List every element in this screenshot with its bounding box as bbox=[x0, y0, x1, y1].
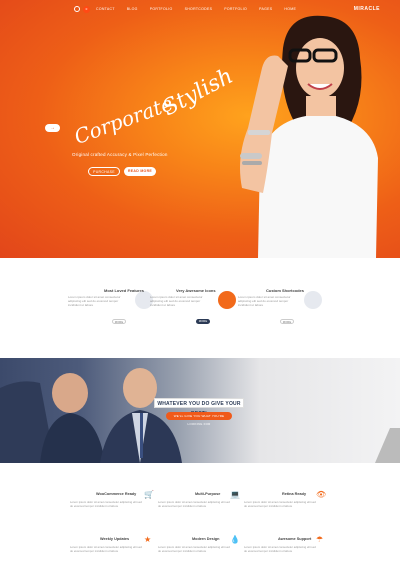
eye-icon: 👁 bbox=[316, 490, 327, 499]
banner-title: WHATEVER YOU DO GIVE YOUR BEST! bbox=[154, 398, 244, 417]
feature-text: Lorem ipsum dolor sit amet consectetur a… bbox=[150, 295, 203, 308]
feature-title: Custom Shortcodes bbox=[266, 288, 305, 293]
hero-arrow-button[interactable]: → bbox=[45, 124, 60, 132]
service-text: Lorem ipsum dolor sit amet consectetur a… bbox=[244, 500, 316, 508]
mic-icon bbox=[218, 291, 236, 309]
hero-model-image bbox=[240, 15, 378, 258]
feature-text: Lorem ipsum dolor sit amet consectetur a… bbox=[238, 295, 291, 308]
hero-tagline: Original crafted Accuracy & Pixel Perfec… bbox=[72, 152, 168, 157]
service-text: Lorem ipsum dolor sit amet consectetur a… bbox=[70, 500, 142, 508]
menu-item[interactable]: CONTACT bbox=[96, 7, 115, 11]
feature-more-button[interactable]: MORE bbox=[112, 319, 126, 324]
banner-cta-button[interactable]: WE'LL GIVE YOU WHAT YOU'RE LOOKING FOR bbox=[166, 412, 232, 426]
umbrella-icon: ☂ bbox=[316, 535, 324, 544]
service-title: Weekly Updates bbox=[100, 537, 130, 541]
feature-text: Lorem ipsum dolor sit amet consectetur a… bbox=[68, 295, 121, 308]
service-title: WooCommerce Ready bbox=[96, 492, 137, 496]
search-icon[interactable] bbox=[74, 6, 80, 12]
drop-icon: 💧 bbox=[230, 535, 240, 544]
menu-item[interactable]: BLOG bbox=[127, 7, 138, 11]
service-text: Lorem ipsum dolor sit amet consectetur a… bbox=[70, 545, 142, 553]
service-title: Modern Design bbox=[192, 537, 220, 541]
cart-icon[interactable]: 0 bbox=[83, 6, 90, 13]
menu-item[interactable]: PORTFOLIO bbox=[150, 7, 173, 11]
feature-more-button[interactable]: MORE bbox=[196, 319, 210, 324]
menu-item[interactable]: SHORTCODES bbox=[185, 7, 213, 11]
service-text: Lorem ipsum dolor sit amet consectetur a… bbox=[244, 545, 316, 553]
laptop-icon: 💻 bbox=[230, 490, 240, 499]
service-text: Lorem ipsum dolor sit amet consectetur a… bbox=[158, 545, 230, 553]
service-title: Retina Ready bbox=[282, 492, 307, 496]
feature-title: Very Awesome Icons bbox=[176, 288, 216, 293]
service-title: Awesome Support bbox=[278, 537, 312, 541]
cart-icon: 🛒 bbox=[144, 490, 154, 499]
star-icon: ★ bbox=[144, 535, 152, 544]
hero-heading: Corporate bbox=[71, 91, 177, 149]
leaf-icon bbox=[304, 291, 322, 309]
service-title: Multi-Purpose bbox=[195, 492, 221, 496]
hero-section: 0 CONTACT BLOG PORTFOLIO SHORTCODES PORT… bbox=[0, 0, 400, 258]
feature-title: Most Loved Features bbox=[104, 288, 145, 293]
purchase-button[interactable]: PURCHASE bbox=[88, 167, 120, 176]
read-more-button[interactable]: READ MORE bbox=[124, 167, 156, 176]
service-text: Lorem ipsum dolor sit amet consectetur a… bbox=[158, 500, 230, 508]
feature-more-button[interactable]: MORE bbox=[280, 319, 294, 324]
